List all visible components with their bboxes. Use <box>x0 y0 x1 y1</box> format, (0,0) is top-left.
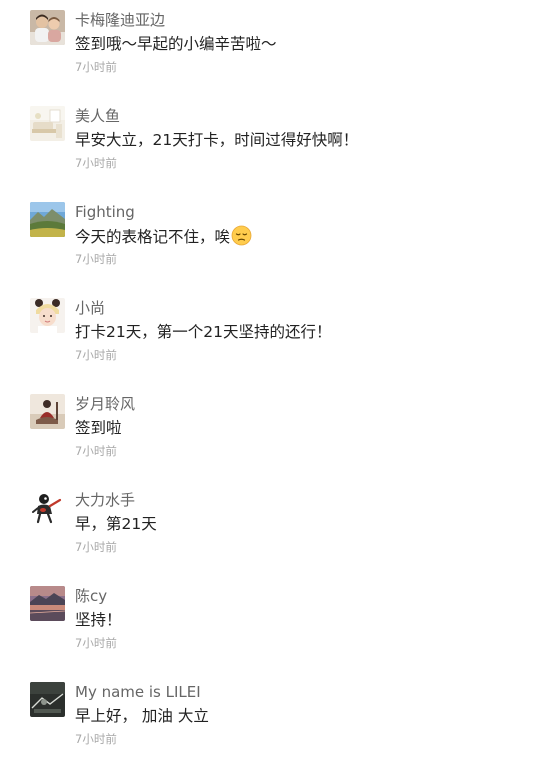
comment-username[interactable]: 小尚 <box>75 298 105 318</box>
dark-scene-avatar[interactable] <box>30 682 65 717</box>
comment-text: 签到哦～早起的小编辛苦啦～ <box>75 35 277 53</box>
comment-username[interactable]: My name is LILEI <box>75 682 201 702</box>
comment-text: 早安大立，21天打卡，时间过得好快啊！ <box>75 131 359 149</box>
comment-username[interactable]: 大力水手 <box>75 490 135 510</box>
family-photo-avatar[interactable] <box>30 10 65 45</box>
comment-username[interactable]: 陈cy <box>75 586 107 606</box>
comment-item: Fighting 今天的表格记不住，唉 7小时前 <box>30 202 530 282</box>
sunset-lake-avatar[interactable] <box>30 586 65 621</box>
comment-timestamp: 7小时前 <box>75 444 117 458</box>
comment-timestamp: 7小时前 <box>75 156 117 170</box>
comment-text: 打卡21天，第一个21天坚持的还行！ <box>75 323 332 341</box>
comment-username[interactable]: 美人鱼 <box>75 106 120 126</box>
comment-item: 岁月聆风 签到啦 7小时前 <box>30 394 530 474</box>
comment-item: 陈cy 坚持！ 7小时前 <box>30 586 530 666</box>
comment-timestamp: 7小时前 <box>75 732 117 746</box>
comment-text: 早，第21天 <box>75 515 157 533</box>
comment-text-body: 今天的表格记不住，唉 <box>75 228 231 246</box>
comment-username[interactable]: 卡梅隆迪亚边 <box>75 10 165 30</box>
girl-photo-avatar[interactable] <box>30 298 65 333</box>
comment-username[interactable]: Fighting <box>75 202 135 222</box>
comment-timestamp: 7小时前 <box>75 348 117 362</box>
comment-item: 卡梅隆迪亚边 签到哦～早起的小编辛苦啦～ 7小时前 <box>30 10 530 90</box>
comment-text: 坚持！ <box>75 611 122 629</box>
comment-item: 小尚 打卡21天，第一个21天坚持的还行！ 7小时前 <box>30 298 530 378</box>
comment-timestamp: 7小时前 <box>75 252 117 266</box>
comment-item: 美人鱼 早安大立，21天打卡，时间过得好快啊！ 7小时前 <box>30 106 530 186</box>
comment-item: My name is LILEI 早上好， 加油 大立 7小时前 <box>30 682 530 762</box>
comment-timestamp: 7小时前 <box>75 60 117 74</box>
comment-item: 大力水手 早，第21天 7小时前 <box>30 490 530 570</box>
comment-timestamp: 7小时前 <box>75 540 117 554</box>
comment-username[interactable]: 岁月聆风 <box>75 394 135 414</box>
comment-text: 签到啦 <box>75 419 122 437</box>
comment-text: 早上好， 加油 大立 <box>75 707 209 725</box>
comment-timestamp: 7小时前 <box>75 636 117 650</box>
landscape-photo-avatar[interactable] <box>30 202 65 237</box>
cartoon-sailor-avatar[interactable] <box>30 490 65 525</box>
figure-photo-avatar[interactable] <box>30 394 65 429</box>
comment-text: 今天的表格记不住，唉 <box>75 225 252 252</box>
room-photo-avatar[interactable] <box>30 106 65 141</box>
pensive-face-icon <box>231 225 252 252</box>
